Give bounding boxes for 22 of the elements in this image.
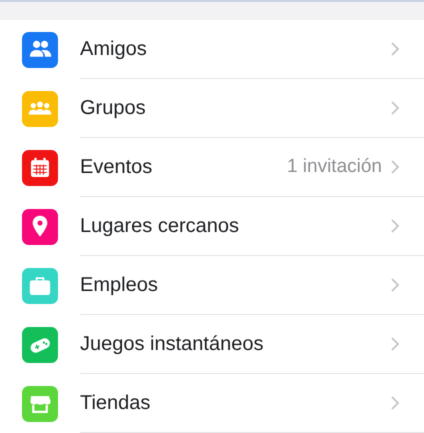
invitation-count: 1 invitación <box>286 156 382 178</box>
chevron-icon <box>390 277 400 293</box>
item-label: Grupos <box>80 96 147 120</box>
chevron-icon <box>390 218 400 234</box>
item-label: Lugares cercanos <box>80 214 240 238</box>
menu-item[interactable]: Tiendas <box>0 374 424 433</box>
chevron-icon <box>390 100 400 116</box>
chevron-icon <box>390 41 400 57</box>
chevron-icon <box>390 395 400 411</box>
chevron-icon <box>390 159 400 175</box>
item-label: Eventos <box>80 156 154 178</box>
chevron-icon <box>390 336 400 352</box>
menu-item[interactable]: Grupos <box>0 79 424 138</box>
menu-item[interactable]: Lugares cercanos <box>0 197 424 256</box>
item-label: Juegos instantáneos <box>80 332 264 356</box>
menu-item[interactable]: Amigos <box>0 20 424 79</box>
menu-item[interactable]: Juegos instantáneos <box>0 315 424 374</box>
item-label: Tiendas <box>80 392 152 414</box>
menu-item[interactable]: Eventos 1 invitación <box>0 138 424 197</box>
menu-item[interactable]: Empleos <box>0 256 424 315</box>
item-label: Amigos <box>80 38 148 60</box>
item-label: Empleos <box>80 274 159 296</box>
